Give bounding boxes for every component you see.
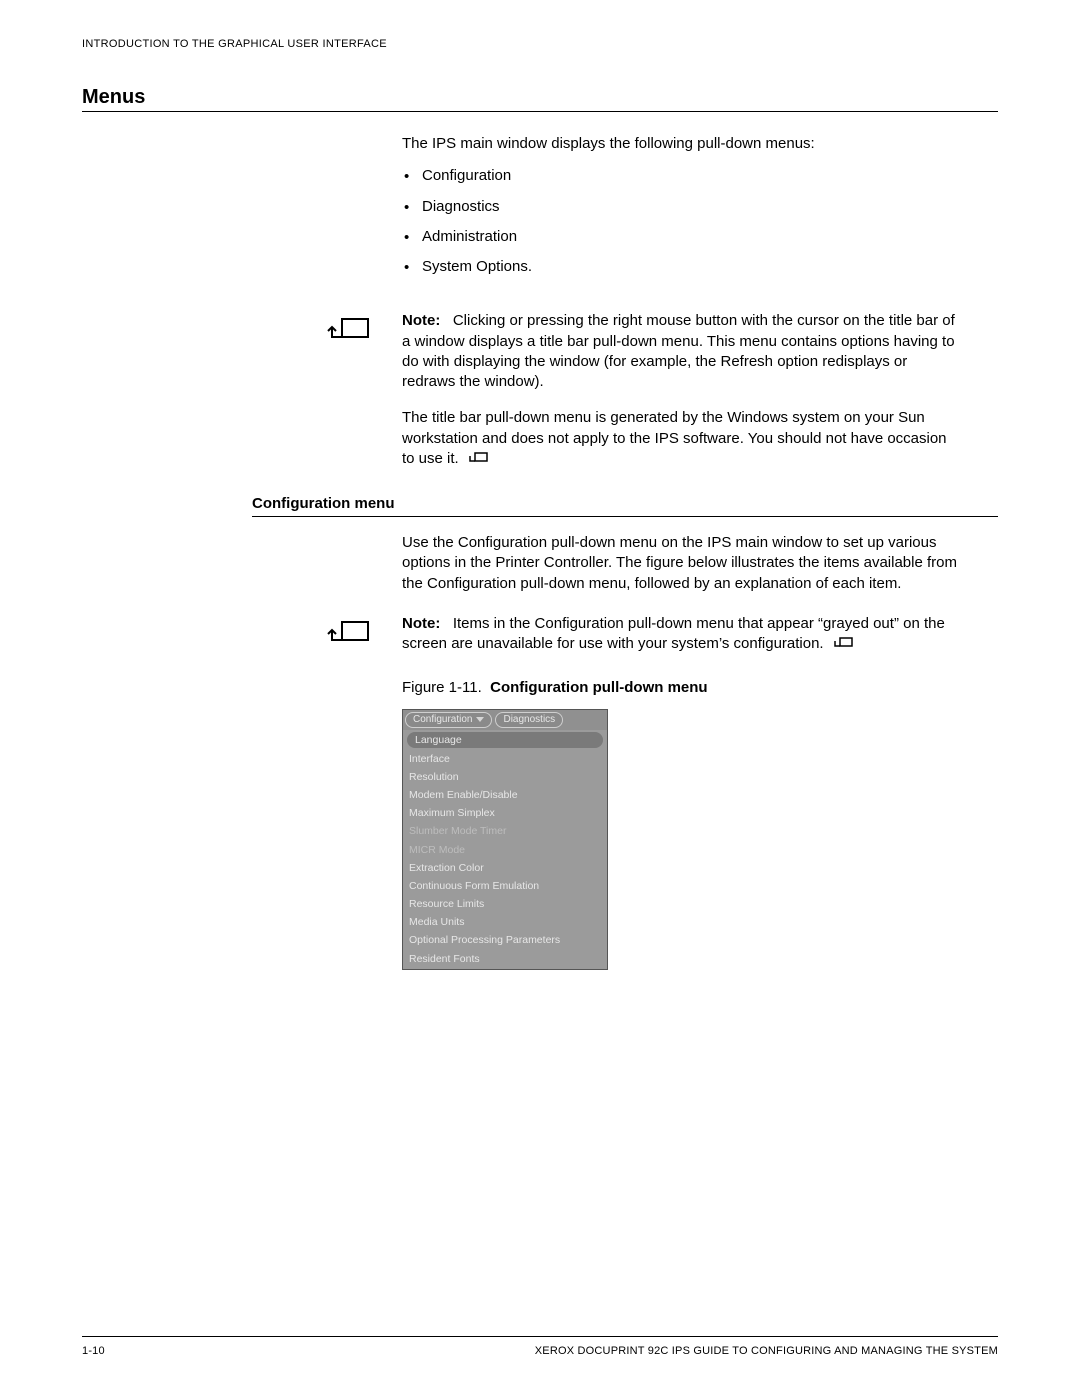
menu-item-list: Language InterfaceResolutionModem Enable/… [403, 730, 607, 969]
intro-paragraph: The IPS main window displays the followi… [402, 134, 962, 154]
config-intro: Use the Configuration pull-down menu on … [402, 533, 962, 594]
end-note-icon [832, 636, 854, 656]
list-item: Administration [422, 227, 962, 247]
section-title: Menus [82, 86, 998, 109]
note-paragraph: Note: Items in the Configuration pull-do… [402, 614, 962, 657]
note-body: Items in the Configuration pull-down men… [402, 615, 945, 652]
menu-item[interactable]: Media Units [403, 913, 607, 931]
subsection-title: Configuration menu [252, 495, 395, 512]
page-number: 1-10 [82, 1345, 105, 1357]
menu-item[interactable]: Slumber Mode Timer [403, 822, 607, 840]
note-icon [320, 618, 372, 660]
subsection-rule [252, 516, 998, 517]
note-label: Note: [402, 312, 440, 329]
end-note-icon [467, 451, 489, 471]
button-label: Diagnostics [503, 713, 555, 727]
list-item: Configuration [422, 166, 962, 186]
content-column: The IPS main window displays the followi… [402, 134, 962, 471]
menu-item[interactable]: Interface [403, 750, 607, 768]
document-title: XEROX DOCUPRINT 92C IPS GUIDE TO CONFIGU… [535, 1345, 998, 1357]
page-footer: 1-10 XEROX DOCUPRINT 92C IPS GUIDE TO CO… [82, 1336, 998, 1357]
menu-item[interactable]: Maximum Simplex [403, 804, 607, 822]
dropdown-triangle-icon [476, 717, 484, 722]
menu-toolbar: Configuration Diagnostics [403, 710, 607, 730]
menu-item[interactable]: Extraction Color [403, 859, 607, 877]
footer-rule [82, 1336, 998, 1337]
figure-number: Figure 1-11. [402, 679, 482, 696]
config-menu-screenshot: Configuration Diagnostics Language Interf… [402, 709, 608, 970]
note-paragraph: Note: Clicking or pressing the right mou… [402, 311, 962, 392]
figure-caption: Figure 1-11. Configuration pull-down men… [402, 678, 962, 698]
note-paragraph-2: The title bar pull-down menu is generate… [402, 408, 962, 471]
menu-item[interactable]: Resolution [403, 768, 607, 786]
subsection-header: Configuration menu [82, 495, 998, 517]
running-header: INTRODUCTION TO THE GRAPHICAL USER INTER… [82, 38, 998, 50]
content-column-2: Use the Configuration pull-down menu on … [402, 533, 962, 970]
menu-item[interactable]: Modem Enable/Disable [403, 786, 607, 804]
menu-item[interactable]: MICR Mode [403, 841, 607, 859]
note-block-1: Note: Clicking or pressing the right mou… [402, 311, 962, 471]
list-item: System Options. [422, 257, 962, 277]
list-item: Diagnostics [422, 197, 962, 217]
section-rule [82, 111, 998, 112]
note-label: Note: [402, 615, 440, 632]
menu-item[interactable]: Continuous Form Emulation [403, 877, 607, 895]
note-icon [320, 315, 372, 357]
diagnostics-menu-button[interactable]: Diagnostics [495, 712, 563, 728]
menu-item[interactable]: Language [407, 732, 603, 748]
menu-item[interactable]: Resource Limits [403, 895, 607, 913]
bullet-list: Configuration Diagnostics Administration… [402, 166, 962, 277]
menu-item[interactable]: Resident Fonts [403, 950, 607, 968]
note-block-2: Note: Items in the Configuration pull-do… [402, 614, 962, 657]
configuration-menu-button[interactable]: Configuration [405, 712, 492, 728]
note-body: Clicking or pressing the right mouse but… [402, 312, 955, 390]
menu-item[interactable]: Optional Processing Parameters [403, 931, 607, 949]
figure-title: Configuration pull-down menu [490, 679, 707, 696]
button-label: Configuration [413, 713, 472, 727]
